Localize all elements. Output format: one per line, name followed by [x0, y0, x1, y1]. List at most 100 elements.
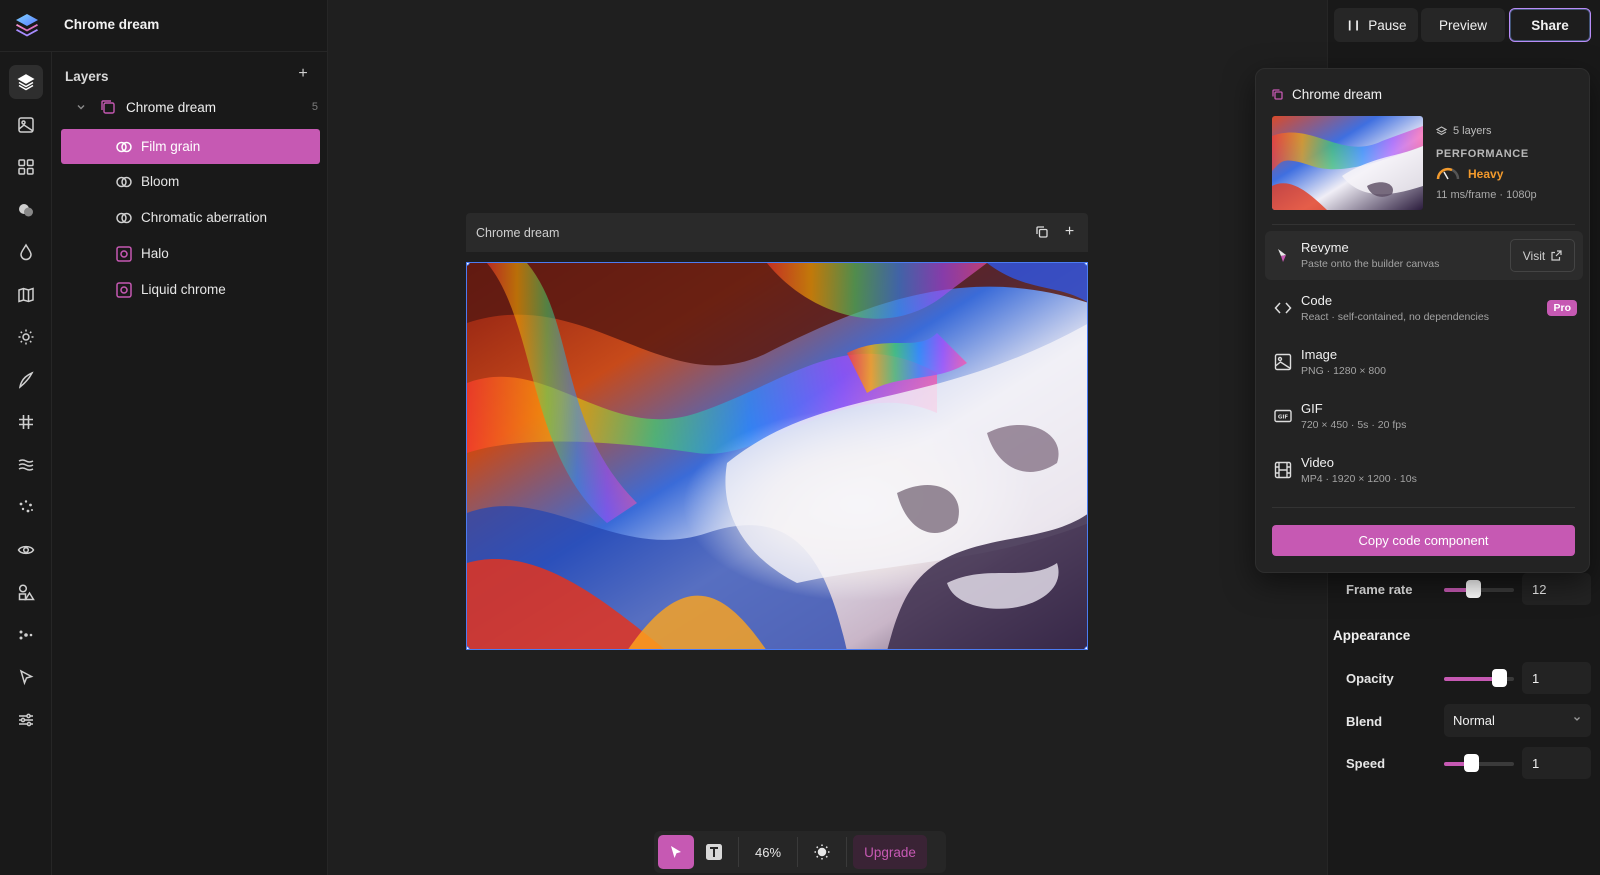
image-icon[interactable] [9, 108, 43, 142]
text-tool-button[interactable] [696, 835, 732, 869]
text-icon [706, 844, 722, 860]
performance-row: Heavy [1436, 167, 1503, 181]
export-subtitle: 720 × 450 · 5s · 20 fps [1301, 419, 1407, 431]
share-button[interactable]: Share [1509, 8, 1591, 42]
pro-badge: Pro [1547, 300, 1577, 316]
frame-rate-input[interactable]: 12 [1522, 573, 1591, 605]
cursor-icon[interactable] [9, 660, 43, 694]
opacity-input[interactable]: 1 [1522, 662, 1591, 694]
svg-text:GIF: GIF [1278, 415, 1289, 421]
layer-item-halo[interactable]: Halo [61, 236, 320, 271]
chevron-down-icon[interactable] [76, 102, 88, 112]
app-title: Chrome dream [64, 17, 160, 32]
appearance-heading: Appearance [1333, 628, 1411, 643]
frame-header[interactable]: Chrome dream + [466, 213, 1088, 252]
hash-icon[interactable] [9, 405, 43, 439]
export-image[interactable]: Image PNG · 1280 × 800 [1265, 338, 1583, 387]
sun-icon[interactable] [9, 320, 43, 354]
visit-button[interactable]: Visit [1510, 239, 1575, 272]
frame-rate-label: Frame rate [1346, 582, 1413, 597]
export-subtitle: Paste onto the builder canvas [1301, 258, 1440, 270]
visit-label: Visit [1522, 248, 1546, 263]
upgrade-button[interactable]: Upgrade [853, 835, 927, 869]
bottom-toolbar: 46% Upgrade [654, 831, 946, 873]
layer-item-label: Film grain [141, 139, 201, 154]
layer-count: 5 [311, 101, 318, 113]
add-frame-button[interactable]: + [1062, 224, 1077, 240]
share-title: Chrome dream [1292, 87, 1383, 102]
layer-item-label: Bloom [141, 174, 180, 189]
speed-input[interactable]: 1 [1522, 747, 1591, 779]
liquid-chrome-artwork [467, 263, 1087, 649]
brush-icon[interactable] [9, 363, 43, 397]
blend-label: Blend [1346, 714, 1383, 729]
export-subtitle: MP4 · 1920 × 1200 · 10s [1301, 473, 1417, 485]
opacity-slider[interactable] [1444, 669, 1514, 687]
export-title: Image [1301, 347, 1338, 362]
slider-knob[interactable] [1492, 669, 1508, 687]
divider [1272, 507, 1575, 508]
layer-item-label: Halo [141, 246, 169, 261]
zoom-level[interactable]: 46% [745, 835, 791, 869]
resize-handle-br[interactable] [1084, 646, 1087, 649]
layers-heading: Layers [65, 69, 109, 84]
layers-icon[interactable] [9, 65, 43, 99]
tool-rail [0, 52, 52, 875]
add-layer-button[interactable]: + [295, 66, 311, 82]
layer-item-chromatic-aberration[interactable]: Chromatic aberration [61, 200, 320, 235]
export-code[interactable]: Code React · self-contained, no dependen… [1265, 284, 1583, 333]
rings-icon [115, 138, 133, 156]
sparkle-icon[interactable] [9, 490, 43, 524]
gif-icon: GIF [1274, 407, 1292, 425]
grid-icon[interactable] [9, 150, 43, 184]
layers-panel: Layers + Chrome dream 5 Film grain Bloom… [52, 52, 328, 875]
layer-item-liquid-chrome[interactable]: Liquid chrome [61, 272, 320, 307]
theme-toggle-button[interactable] [804, 835, 840, 869]
layers-icon [1436, 125, 1447, 135]
layer-item-film-grain[interactable]: Film grain [61, 129, 320, 164]
layer-item-bloom[interactable]: Bloom [61, 164, 320, 199]
cursor-icon [671, 846, 681, 858]
select-tool-button[interactable] [658, 835, 694, 869]
copy-code-button[interactable]: Copy code component [1272, 525, 1575, 556]
layer-group-row[interactable]: Chrome dream 5 [60, 92, 320, 122]
performance-detail: 11 ms/frame · 1080p [1436, 189, 1537, 201]
layers-meta: 5 layers [1436, 125, 1492, 137]
film-icon [1274, 461, 1292, 479]
export-revyme[interactable]: Revyme Paste onto the builder canvas Vis… [1265, 231, 1583, 280]
blend-icon[interactable] [9, 193, 43, 227]
export-subtitle: PNG · 1280 × 800 [1301, 365, 1386, 377]
shapes-icon[interactable] [9, 575, 43, 609]
sliders-icon[interactable] [9, 703, 43, 737]
square-target-icon [115, 281, 133, 299]
pause-icon: ❙❙ [1345, 19, 1361, 31]
speed-slider[interactable] [1444, 754, 1514, 772]
pause-button[interactable]: ❙❙ Pause [1334, 8, 1418, 42]
export-gif[interactable]: GIF GIF 720 × 450 · 5s · 20 fps [1265, 392, 1583, 441]
duplicate-icon[interactable] [1035, 225, 1050, 240]
layer-group-label: Chrome dream [126, 99, 217, 115]
map-icon[interactable] [9, 278, 43, 312]
divider [1272, 224, 1575, 225]
export-video[interactable]: Video MP4 · 1920 × 1200 · 10s [1265, 446, 1583, 495]
canvas-artwork[interactable] [466, 262, 1088, 650]
export-subtitle: React · self-contained, no dependencies [1301, 311, 1489, 323]
drop-icon[interactable] [9, 235, 43, 269]
blend-select[interactable]: Normal [1444, 704, 1591, 737]
frame-rate-slider[interactable] [1444, 580, 1514, 598]
slider-knob[interactable] [1464, 754, 1480, 772]
artwork-thumbnail [1272, 116, 1423, 210]
divider [738, 837, 739, 867]
opacity-label: Opacity [1346, 671, 1394, 686]
layer-item-label: Liquid chrome [141, 282, 226, 297]
waves-icon[interactable] [9, 448, 43, 482]
eye-icon[interactable] [9, 533, 43, 567]
preview-button[interactable]: Preview [1421, 8, 1505, 42]
share-popover: Chrome dream 5 layers PERFORMANCE Heavy … [1255, 68, 1590, 573]
app-logo-icon[interactable] [14, 12, 40, 38]
divider [846, 837, 847, 867]
slider-knob[interactable] [1466, 580, 1481, 598]
blend-value: Normal [1453, 713, 1495, 728]
frame-icon [1272, 89, 1283, 100]
dots-icon[interactable] [9, 618, 43, 652]
